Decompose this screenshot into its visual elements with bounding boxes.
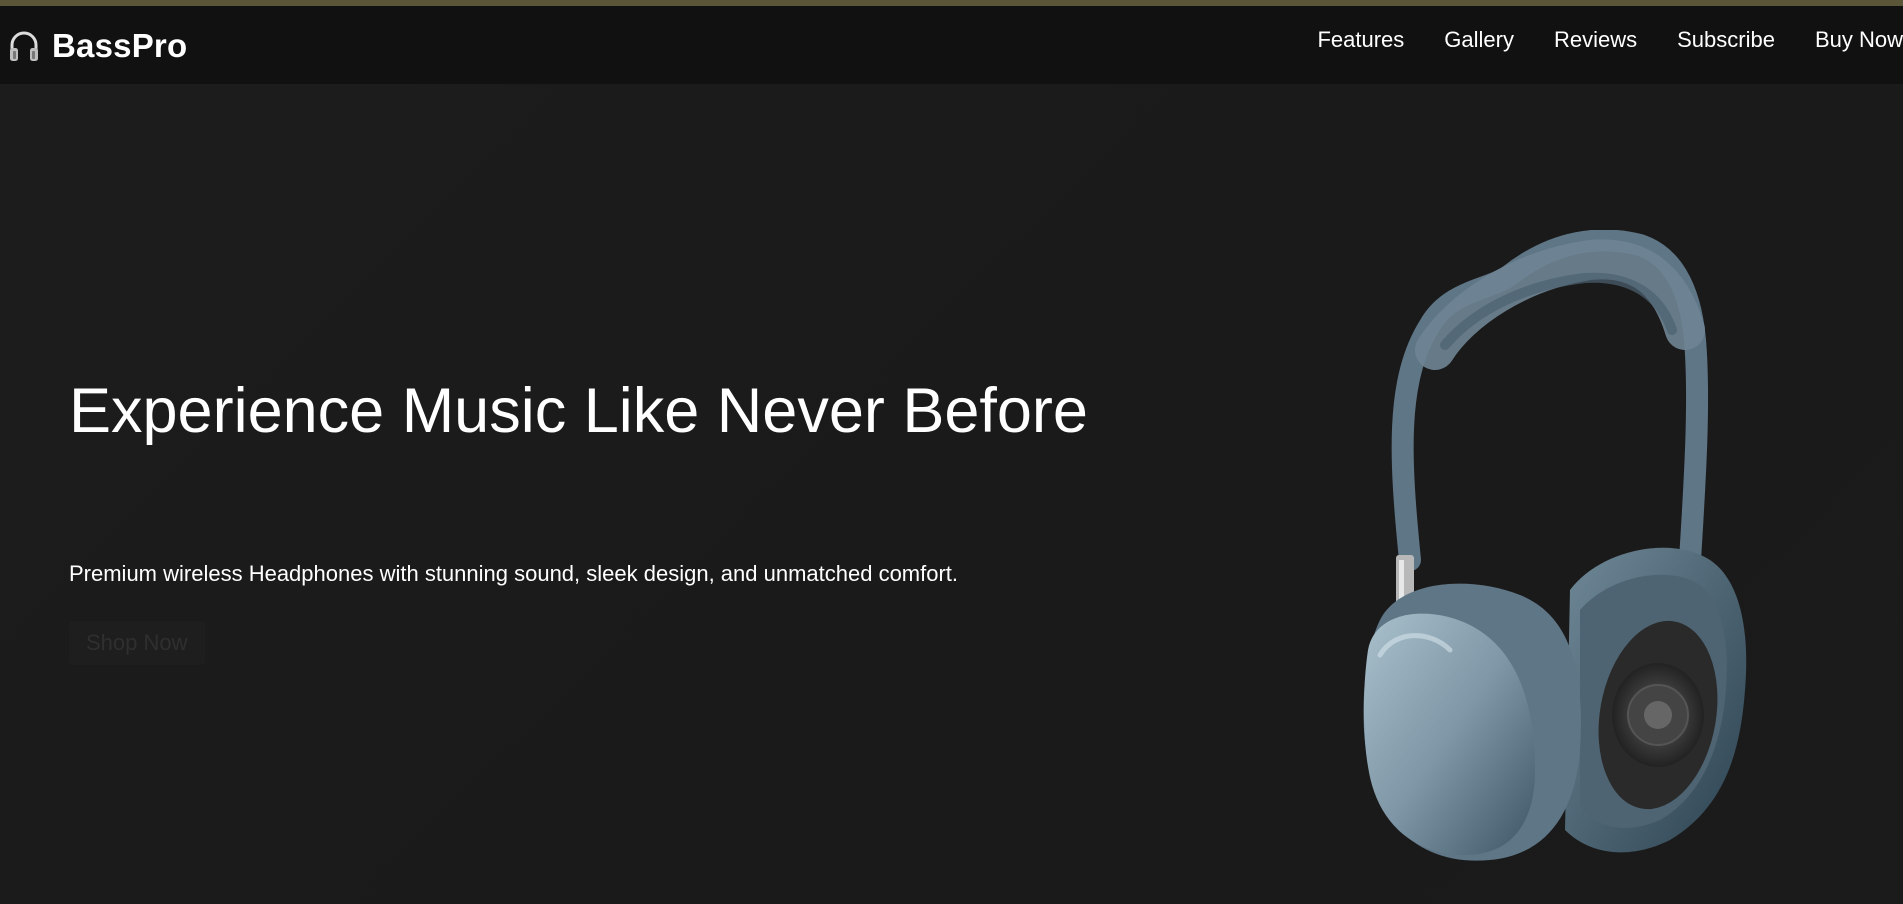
headphones-image (1363, 230, 1747, 861)
shop-now-button[interactable]: Shop Now (69, 621, 205, 665)
nav-link-gallery[interactable]: Gallery (1424, 27, 1534, 53)
nav-link-features[interactable]: Features (1297, 27, 1424, 53)
nav-link-subscribe[interactable]: Subscribe (1657, 27, 1795, 53)
hero-subtitle: Premium wireless Headphones with stunnin… (69, 561, 959, 586)
nav-link-reviews[interactable]: Reviews (1534, 27, 1657, 53)
navbar: BassPro Features Gallery Reviews Subscri… (0, 6, 1903, 84)
headphones-icon (10, 31, 38, 61)
nav-links: Features Gallery Reviews Subscribe Buy N… (1297, 20, 1903, 60)
brand-name: BassPro (52, 27, 188, 64)
nav-link-buy-now[interactable]: Buy Now (1795, 27, 1903, 53)
brand-logo[interactable]: BassPro (8, 26, 187, 66)
hero-title: Experience Music Like Never Before (69, 376, 1088, 446)
